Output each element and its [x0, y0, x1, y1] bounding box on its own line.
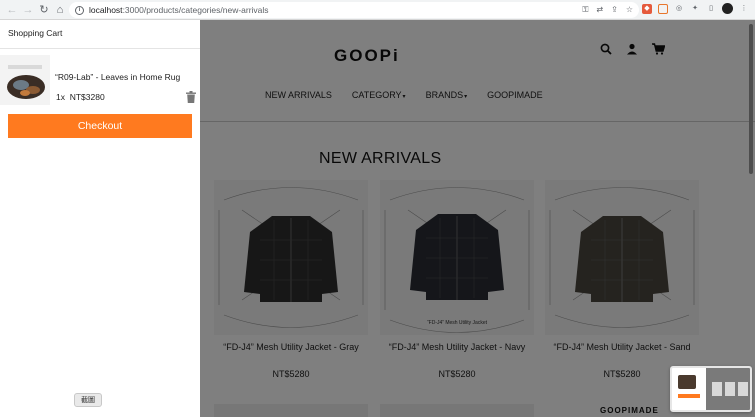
site-info-icon[interactable]: i [75, 5, 84, 15]
cart-item-qty: 1x [56, 92, 65, 102]
cart-item-qty-price: 1x NT$3280 [56, 92, 105, 102]
profile-avatar[interactable] [722, 3, 733, 14]
url-host: localhost [89, 5, 123, 15]
cart-item-price: NT$3280 [69, 92, 105, 102]
cart-item-name[interactable]: “R09-Lab” - Leaves in Home Rug [55, 72, 180, 82]
url-path: :3000/products/categories/new-arrivals [122, 5, 269, 15]
address-bar[interactable]: i localhost:3000/products/categories/new… [69, 2, 639, 18]
shopping-cart-drawer: Shopping Cart “R09-Lab” - Leaves in Home… [0, 20, 200, 417]
extension-orange-icon[interactable] [658, 3, 668, 14]
share-icon[interactable]: ⇪ [611, 5, 618, 15]
menu-dots-icon[interactable]: ⋮ [739, 4, 749, 14]
back-icon[interactable]: ← [4, 2, 20, 18]
preview-cart-thumb [678, 375, 696, 389]
browser-toolbar: ← → ↻ ⌂ i localhost:3000/products/catego… [0, 0, 755, 20]
drawer-title: Shopping Cart [8, 28, 63, 38]
preview-product [712, 382, 722, 396]
screenshot-preview-thumbnail[interactable] [670, 366, 752, 412]
translate-icon[interactable]: ⇄ [596, 5, 603, 15]
extension-red-icon[interactable]: ◆ [642, 3, 652, 14]
preview-product [738, 382, 748, 396]
reload-icon[interactable]: ↻ [36, 2, 52, 18]
divider [0, 48, 200, 49]
screen: ← → ↻ ⌂ i localhost:3000/products/catego… [0, 0, 755, 417]
preview-product [725, 382, 735, 396]
sidebar-icon[interactable]: ▯ [706, 4, 716, 14]
preview-checkout-bar [678, 394, 700, 398]
extensions-puzzle-icon[interactable]: ✦ [690, 4, 700, 14]
forward-icon[interactable]: → [20, 2, 36, 18]
trash-icon[interactable] [186, 90, 196, 103]
cart-item: “R09-Lab” - Leaves in Home Rug 1x NT$328… [0, 55, 200, 105]
key-icon[interactable]: ⚿ [582, 5, 588, 15]
checkout-button[interactable]: Checkout [8, 114, 192, 138]
screenshot-tooltip: 截圖 [74, 393, 102, 407]
drawer-backdrop[interactable] [200, 20, 755, 417]
extension-globe-icon[interactable]: ◎ [674, 4, 684, 14]
bookmark-star-icon[interactable]: ☆ [626, 5, 633, 15]
home-icon[interactable]: ⌂ [52, 2, 68, 18]
cart-item-image[interactable] [0, 55, 50, 105]
